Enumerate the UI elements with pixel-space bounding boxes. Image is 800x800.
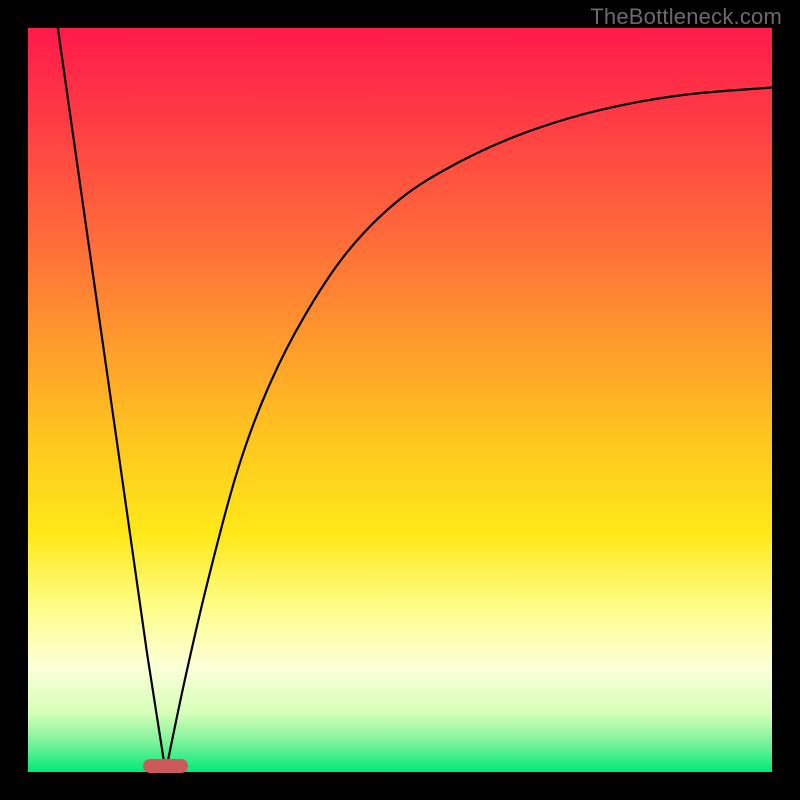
chart-frame: TheBottleneck.com (0, 0, 800, 800)
watermark-text: TheBottleneck.com (590, 4, 782, 30)
right-branch-line (166, 88, 772, 773)
optimum-marker (143, 759, 188, 773)
curve-layer (28, 28, 772, 772)
plot-area (28, 28, 772, 772)
left-branch-line (58, 28, 166, 772)
